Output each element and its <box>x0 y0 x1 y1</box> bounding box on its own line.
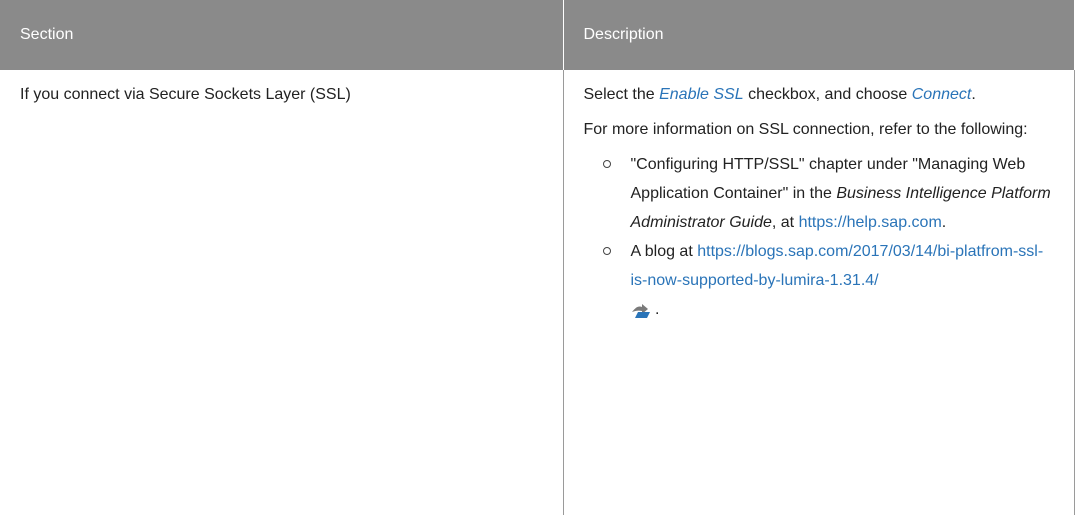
external-link-icon[interactable] <box>631 302 651 318</box>
header-section: Section <box>0 0 563 70</box>
bullet-circle-icon <box>602 160 611 168</box>
header-description: Description <box>562 0 1074 70</box>
cell-description: Select the Enable SSL checkbox, and choo… <box>562 70 1075 515</box>
instruction-paragraph: Select the Enable SSL checkbox, and choo… <box>584 80 1054 109</box>
info-table-container: Section Description If you connect via S… <box>0 0 1078 515</box>
table-row: If you connect via Secure Sockets Layer … <box>0 70 1075 515</box>
reference-list: "Configuring HTTP/SSL" chapter under "Ma… <box>584 150 1054 324</box>
instruction-text: checkbox, and choose <box>743 86 912 103</box>
list-item: A blog at https://blogs.sap.com/2017/03/… <box>599 237 1054 324</box>
instruction-text: . <box>971 86 976 103</box>
list-text: . <box>941 214 947 231</box>
help-sap-link[interactable]: https://help.sap.com <box>799 214 942 231</box>
list-text: . <box>650 301 660 318</box>
info-table: Section Description If you connect via S… <box>0 0 1075 515</box>
bullet-circle-icon <box>602 247 611 255</box>
enable-ssl-ui-term: Enable SSL <box>659 86 744 103</box>
list-text: , at <box>771 214 799 231</box>
connect-ui-term: Connect <box>911 86 972 103</box>
list-text: A blog at <box>630 243 698 260</box>
list-item: "Configuring HTTP/SSL" chapter under "Ma… <box>599 150 1054 237</box>
table-header-row: Section Description <box>0 0 1074 70</box>
instruction-text: Select the <box>583 86 660 103</box>
more-info-paragraph: For more information on SSL connection, … <box>583 121 1028 138</box>
cell-section: If you connect via Secure Sockets Layer … <box>0 70 564 515</box>
